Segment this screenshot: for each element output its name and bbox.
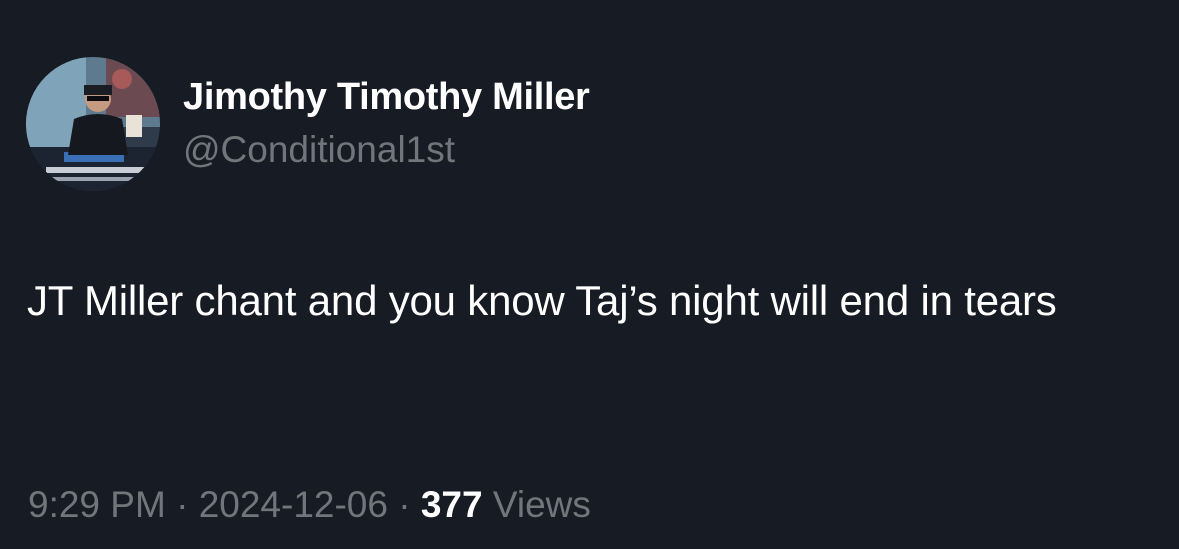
avatar-photo-icon: 34 <box>26 57 160 191</box>
views-label: Views <box>492 484 591 525</box>
tweet-text: JT Miller chant and you know Taj’s night… <box>27 277 1057 324</box>
svg-text:34: 34 <box>32 62 46 76</box>
tweet-date[interactable]: 2024-12-06 <box>199 484 388 525</box>
tweet-card: 34 Jimothy Timothy Miller @Conditional1s… <box>0 0 1179 549</box>
author-display-name[interactable]: Jimothy Timothy Miller <box>183 74 590 120</box>
views-count: 377 <box>420 484 483 525</box>
tweet-meta: 9:29 PM · 2024-12-06 · 377 Views <box>28 480 591 530</box>
avatar[interactable]: 34 <box>26 57 160 191</box>
meta-separator: · <box>398 484 411 525</box>
meta-separator: · <box>176 484 189 525</box>
tweet-time[interactable]: 9:29 PM <box>28 484 166 525</box>
author-handle[interactable]: @Conditional1st <box>183 128 455 172</box>
